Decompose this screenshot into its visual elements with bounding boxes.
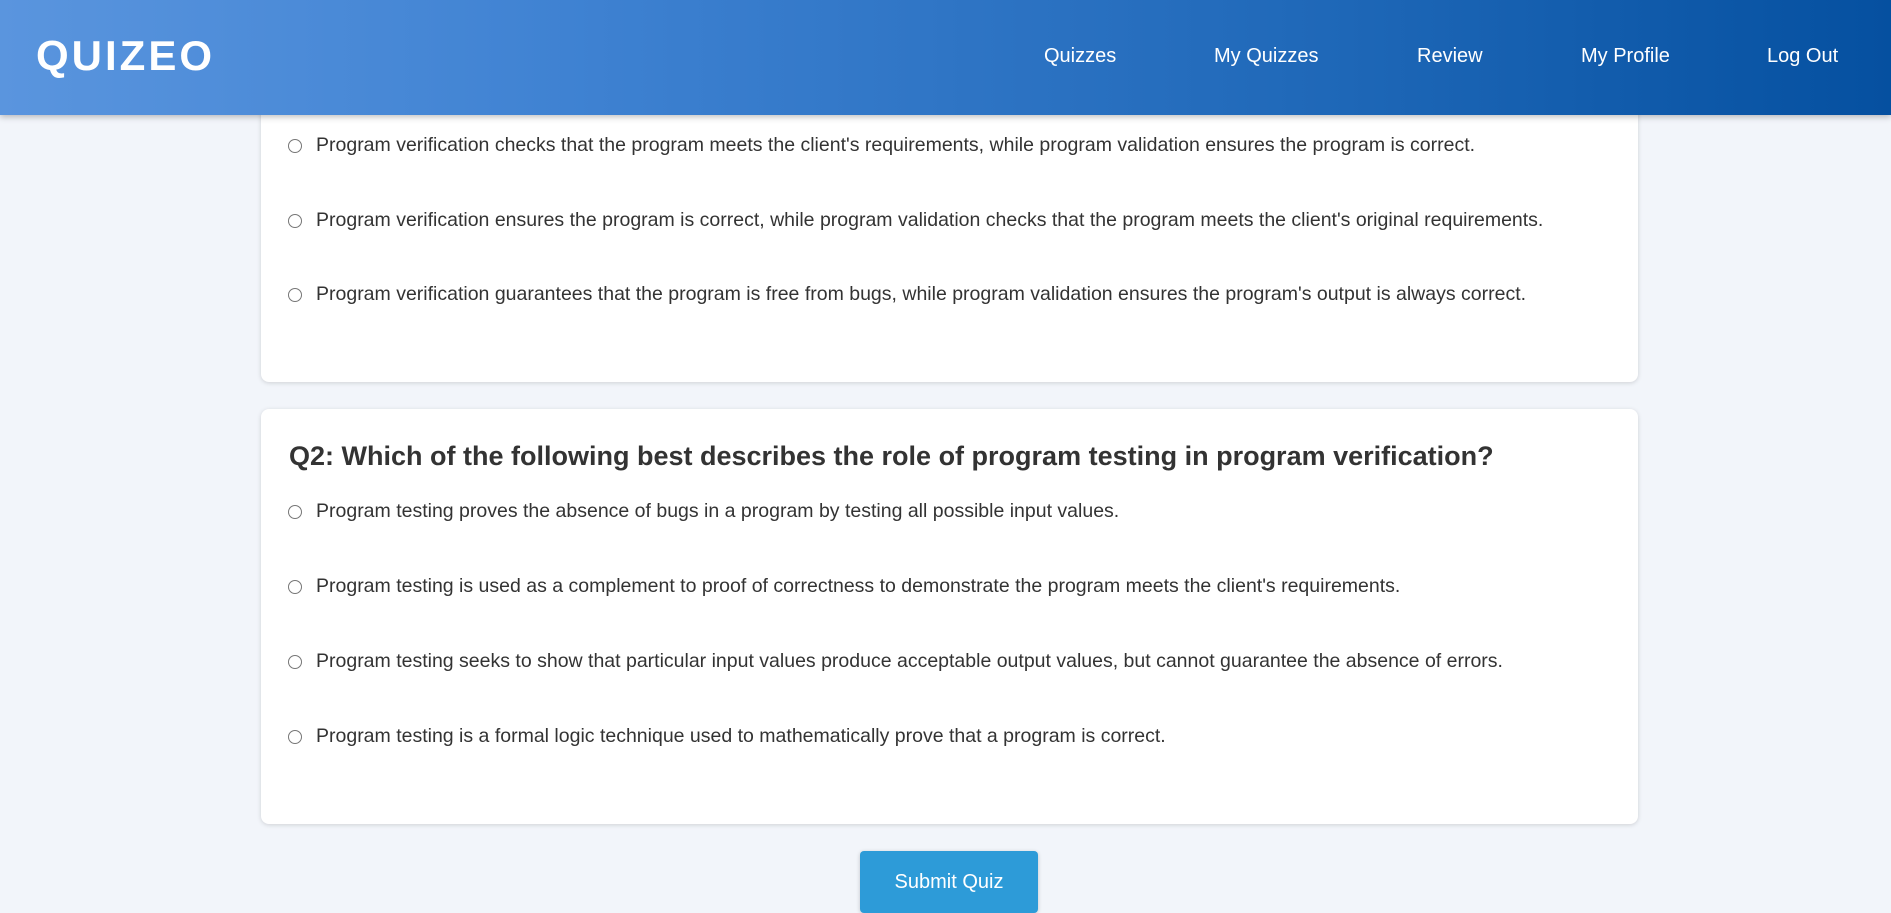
nav-my-profile[interactable]: My Profile: [1581, 0, 1670, 115]
radio-button[interactable]: [288, 504, 302, 519]
option-label: Program verification ensures the program…: [316, 209, 1544, 231]
top-header: QUIZEO Quizzes My Quizzes Review My Prof…: [0, 0, 1891, 115]
answer-option[interactable]: Program testing is a formal logic techni…: [288, 725, 1166, 748]
option-label: Program testing is used as a complement …: [316, 575, 1401, 597]
radio-button[interactable]: [288, 729, 302, 744]
nav-quizzes[interactable]: Quizzes: [1044, 0, 1116, 115]
answer-option[interactable]: Program testing seeks to show that parti…: [288, 650, 1503, 673]
logo[interactable]: QUIZEO: [36, 0, 215, 115]
question-title: Q2: Which of the following best describe…: [289, 441, 1494, 471]
option-label: Program verification checks that the pro…: [316, 134, 1476, 156]
question-card-2: Q2: Which of the following best describe…: [261, 409, 1638, 824]
answer-option[interactable]: Program testing proves the absence of bu…: [288, 500, 1119, 523]
nav-review[interactable]: Review: [1417, 0, 1483, 115]
nav-my-quizzes[interactable]: My Quizzes: [1214, 0, 1318, 115]
radio-button[interactable]: [288, 287, 302, 302]
option-label: Program testing seeks to show that parti…: [316, 650, 1503, 672]
answer-option[interactable]: Program testing is used as a complement …: [288, 575, 1400, 598]
radio-button[interactable]: [288, 579, 302, 594]
option-label: Program testing is a formal logic techni…: [316, 725, 1166, 747]
radio-button[interactable]: [288, 654, 302, 669]
option-label: Program testing proves the absence of bu…: [316, 500, 1120, 522]
answer-option[interactable]: Program verification ensures the program…: [288, 209, 1543, 232]
answer-option[interactable]: Program verification checks that the pro…: [288, 134, 1475, 157]
radio-button[interactable]: [288, 213, 302, 228]
radio-button[interactable]: [288, 138, 302, 153]
nav-log-out[interactable]: Log Out: [1767, 0, 1838, 115]
submit-quiz-button[interactable]: Submit Quiz: [860, 851, 1038, 913]
answer-option[interactable]: Program verification guarantees that the…: [288, 283, 1526, 306]
option-label: Program verification guarantees that the…: [316, 283, 1527, 305]
